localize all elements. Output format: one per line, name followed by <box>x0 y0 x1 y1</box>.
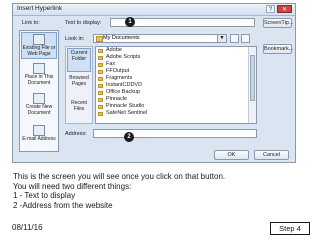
bookmark-button[interactable]: Bookmark... <box>263 44 293 54</box>
link-to-create-new-document[interactable]: Create New Document <box>21 92 57 119</box>
look-in-label: Look in: <box>65 36 85 42</box>
browse-file-icon[interactable] <box>241 34 250 43</box>
folder-icon <box>98 63 103 67</box>
dialog-title: Insert Hyperlink <box>17 5 63 12</box>
caption-text: This is the screen you will see once you… <box>13 172 225 210</box>
place-recent-files[interactable]: Recent Files <box>67 99 91 123</box>
file-name: Fragments <box>106 75 133 81</box>
file-list-scrollbar[interactable] <box>248 47 256 123</box>
text-to-display-label: Text to display: <box>65 20 102 26</box>
list-item[interactable]: SafeNet Sentinel <box>96 110 256 117</box>
folder-icon <box>98 91 103 95</box>
link-to-item-label: Create New Document <box>25 104 53 116</box>
file-list: Adobe Adobe Scripts Fax FFOutput Fragmen… <box>95 46 257 124</box>
look-in-dropdown[interactable]: My Documents ▼ <box>93 34 227 43</box>
link-to-sidebar: Existing File or Web Page Place in This … <box>19 30 59 152</box>
list-item[interactable]: InstantCDDVD <box>96 82 256 89</box>
folder-icon <box>96 36 103 42</box>
cancel-button[interactable]: Cancel <box>254 150 289 160</box>
callout-badge-2: 2 <box>124 132 134 142</box>
folder-icon <box>98 77 103 81</box>
help-icon[interactable]: ? <box>266 5 275 13</box>
document-place-icon <box>33 63 45 74</box>
chevron-down-icon[interactable]: ▼ <box>217 35 226 42</box>
places-bar: Current Folder Browsed Pages Recent File… <box>65 46 93 124</box>
close-icon[interactable]: ✕ <box>277 5 292 13</box>
caption-line: You will need two different things: <box>13 181 132 191</box>
file-name: Adobe <box>106 47 122 53</box>
ok-button[interactable]: OK <box>214 150 249 160</box>
caption-line: 1 - Text to display <box>13 191 76 200</box>
place-browsed-pages[interactable]: Browsed Pages <box>67 74 91 98</box>
file-name: Adobe Scripts <box>106 54 141 60</box>
file-name: FFOutput <box>106 68 130 74</box>
globe-file-icon <box>33 34 45 45</box>
address-label: Address: <box>65 131 87 137</box>
place-current-folder[interactable]: Current Folder <box>67 48 91 72</box>
list-item[interactable]: Adobe Scripts <box>96 54 256 61</box>
email-icon <box>33 125 45 136</box>
link-to-existing-file[interactable]: Existing File or Web Page <box>21 32 57 59</box>
folder-icon <box>98 105 103 109</box>
link-to-item-label: E-mail Address <box>22 136 56 142</box>
list-item[interactable]: Fax <box>96 61 256 68</box>
file-name: SafeNet Sentinel <box>106 110 148 116</box>
folder-icon <box>98 70 103 74</box>
new-document-icon <box>33 93 45 104</box>
list-item[interactable]: Adobe <box>96 47 256 54</box>
file-name: Pinnacle <box>106 96 128 102</box>
dialog-titlebar: Insert Hyperlink ? ✕ <box>13 4 295 16</box>
list-item[interactable]: Pinnacle Studio <box>96 103 256 110</box>
screentip-button[interactable]: ScreenTip... <box>263 18 293 28</box>
caption-line: This is the screen you will see once you… <box>13 172 226 181</box>
look-in-value: My Documents <box>103 35 140 41</box>
slide-date: 08/11/16 <box>12 223 43 232</box>
folder-icon <box>98 49 103 53</box>
file-name: Pinnacle Studio <box>106 103 145 109</box>
callout-badge-1: 1 <box>125 17 135 27</box>
step-label: Step 4 <box>270 222 310 235</box>
address-input[interactable] <box>93 129 257 138</box>
list-item[interactable]: FFOutput <box>96 68 256 75</box>
insert-hyperlink-dialog: Insert Hyperlink ? ✕ Link to: Text to di… <box>12 3 296 163</box>
file-name: InstantCDDVD <box>106 82 143 88</box>
caption-line: 2 -Address from the website <box>13 200 113 210</box>
link-to-place-in-document[interactable]: Place in This Document <box>21 62 57 89</box>
link-to-email-address[interactable]: E-mail Address <box>21 124 57 151</box>
folder-icon <box>98 84 103 88</box>
link-to-label: Link to: <box>22 20 40 26</box>
folder-icon <box>98 112 103 116</box>
link-to-item-label: Place in This Document <box>24 74 54 86</box>
scrollbar-thumb[interactable] <box>250 55 255 101</box>
list-item[interactable]: Office Backup <box>96 89 256 96</box>
browse-web-icon[interactable] <box>230 34 239 43</box>
folder-icon <box>98 56 103 60</box>
file-name: Office Backup <box>106 89 141 95</box>
folder-icon <box>98 98 103 102</box>
list-item[interactable]: Pinnacle <box>96 96 256 103</box>
list-item[interactable]: Fragments <box>96 75 256 82</box>
link-to-item-label: Existing File or Web Page <box>22 45 56 57</box>
file-name: Fax <box>106 61 116 67</box>
